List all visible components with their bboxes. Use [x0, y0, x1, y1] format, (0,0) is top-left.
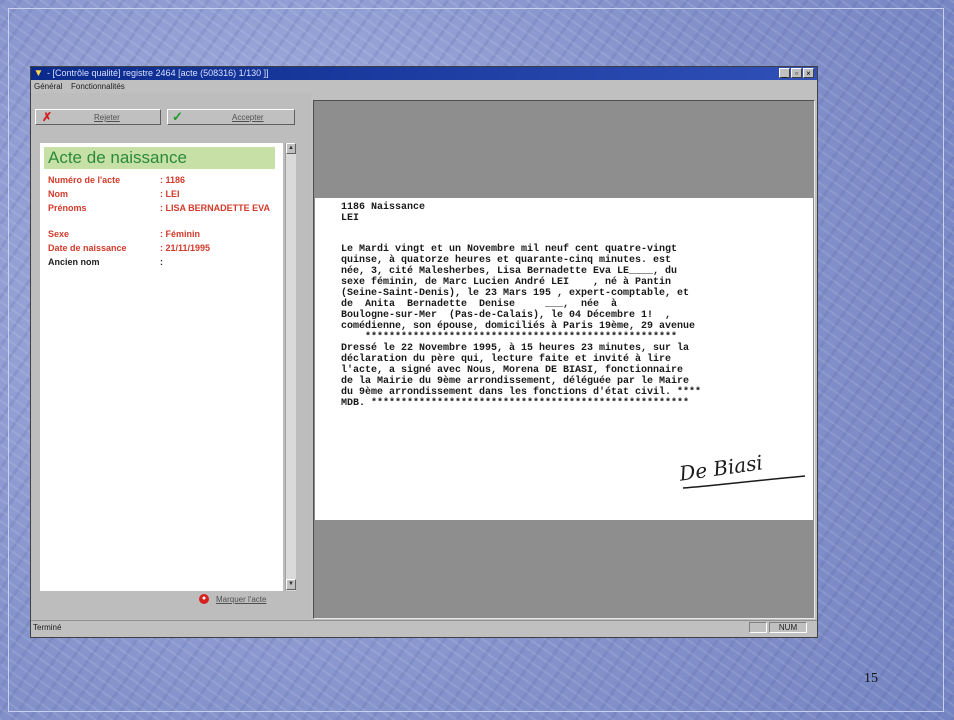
document-line: déclaration du père qui, lecture faite e… [341, 354, 672, 365]
document-line: ****************************************… [341, 332, 678, 343]
record-scrollbar[interactable]: ▲ ▼ [285, 143, 296, 591]
document-viewer[interactable]: 1186 Naissance LEI Le Mardi vingt et un … [313, 100, 815, 619]
field-value-numero: : 1186 [160, 175, 186, 185]
document-line: Le Mardi vingt et un Novembre mil neuf c… [341, 244, 678, 255]
app-icon[interactable]: ▼ [33, 68, 44, 79]
document-line: de Anita Bernadette Denise ___, née à [341, 299, 618, 310]
maximize-button[interactable]: ▫ [791, 68, 802, 78]
document-line: de la Mairie du 9ème arrondissement, dél… [341, 376, 690, 387]
menu-bar: Général Fonctionnalités [31, 81, 817, 92]
page-number: 15 [864, 671, 878, 686]
close-button[interactable]: × [803, 68, 814, 78]
menu-fonctionnalites[interactable]: Fonctionnalités [71, 81, 125, 92]
title-bar[interactable]: ▼ - [Contrôle qualité] registre 2464 [ac… [31, 67, 817, 80]
menu-general[interactable]: Général [34, 81, 62, 92]
field-label-prenoms: Prénoms [48, 203, 87, 213]
document-line: l'acte, a signé avec Nous, Morena DE BIA… [341, 365, 684, 376]
field-label-date: Date de naissance [48, 243, 127, 253]
field-value-ancien-nom: : [160, 257, 163, 267]
accept-icon: ✓ [172, 109, 183, 124]
document-line: Dressé le 22 Novembre 1995, à 15 heures … [341, 343, 690, 354]
document-line: (Seine-Saint-Denis), le 23 Mars 195 , ex… [341, 288, 690, 299]
field-value-nom: : LEI [160, 189, 180, 199]
status-bar: Terminé NUM [31, 620, 817, 635]
scroll-down-arrow-icon[interactable]: ▼ [286, 579, 296, 590]
document-line: sexe féminin, de Marc Lucien André LEI ,… [341, 277, 672, 288]
minimize-button[interactable]: _ [779, 68, 790, 78]
signature-stroke [682, 475, 806, 489]
document-line: Boulogne-sur-Mer (Pas-de-Calais), le 04 … [341, 310, 672, 321]
document-line: LEI [341, 213, 360, 224]
field-value-prenoms: : LISA BERNADETTE EVA [160, 203, 271, 213]
document-line: née, 3, cité Malesherbes, Lisa Bernadett… [341, 266, 678, 277]
document-line: du 9ème arrondissement dans les fonction… [341, 387, 702, 398]
field-value-date: : 21/11/1995 [160, 243, 211, 253]
field-label-sexe: Sexe [48, 229, 70, 239]
scroll-up-arrow-icon[interactable]: ▲ [286, 143, 296, 154]
mark-act-button[interactable]: ● Marquer l'acte [196, 592, 294, 608]
document-line: MDB. ***********************************… [341, 398, 690, 409]
document-line: comédienne, son épouse, domiciliés à Par… [341, 321, 696, 332]
status-text: Terminé [33, 623, 62, 632]
num-lock-indicator: NUM [769, 622, 807, 633]
field-label-ancien-nom: Ancien nom [48, 257, 100, 267]
app-window: ▼ - [Contrôle qualité] registre 2464 [ac… [31, 67, 817, 637]
status-pane [749, 622, 767, 633]
field-label-nom: Nom [48, 189, 68, 199]
accept-label: Accepter [232, 113, 264, 122]
document-line: quinse, à quatorze heures et quarante-ci… [341, 255, 672, 266]
scanned-document: 1186 Naissance LEI Le Mardi vingt et un … [315, 198, 813, 520]
record-card: Acte de naissance Numéro de l'acte : 118… [40, 143, 283, 591]
reject-icon: ✗ [42, 110, 53, 124]
record-title: Acte de naissance [44, 147, 275, 169]
mark-icon: ● [199, 594, 209, 604]
field-value-sexe: : Féminin [160, 229, 200, 239]
reject-button[interactable]: ✗ Rejeter [35, 109, 161, 125]
accept-button[interactable]: ✓ Accepter [167, 109, 295, 125]
window-title: - [Contrôle qualité] registre 2464 [acte… [47, 68, 269, 78]
record-panel: ✗ Rejeter ✓ Accepter Acte de naissance N… [31, 93, 311, 619]
reject-label: Rejeter [94, 113, 120, 122]
document-line: 1186 Naissance [341, 202, 426, 213]
field-label-numero: Numéro de l'acte [48, 175, 121, 185]
mark-act-label: Marquer l'acte [216, 595, 267, 604]
